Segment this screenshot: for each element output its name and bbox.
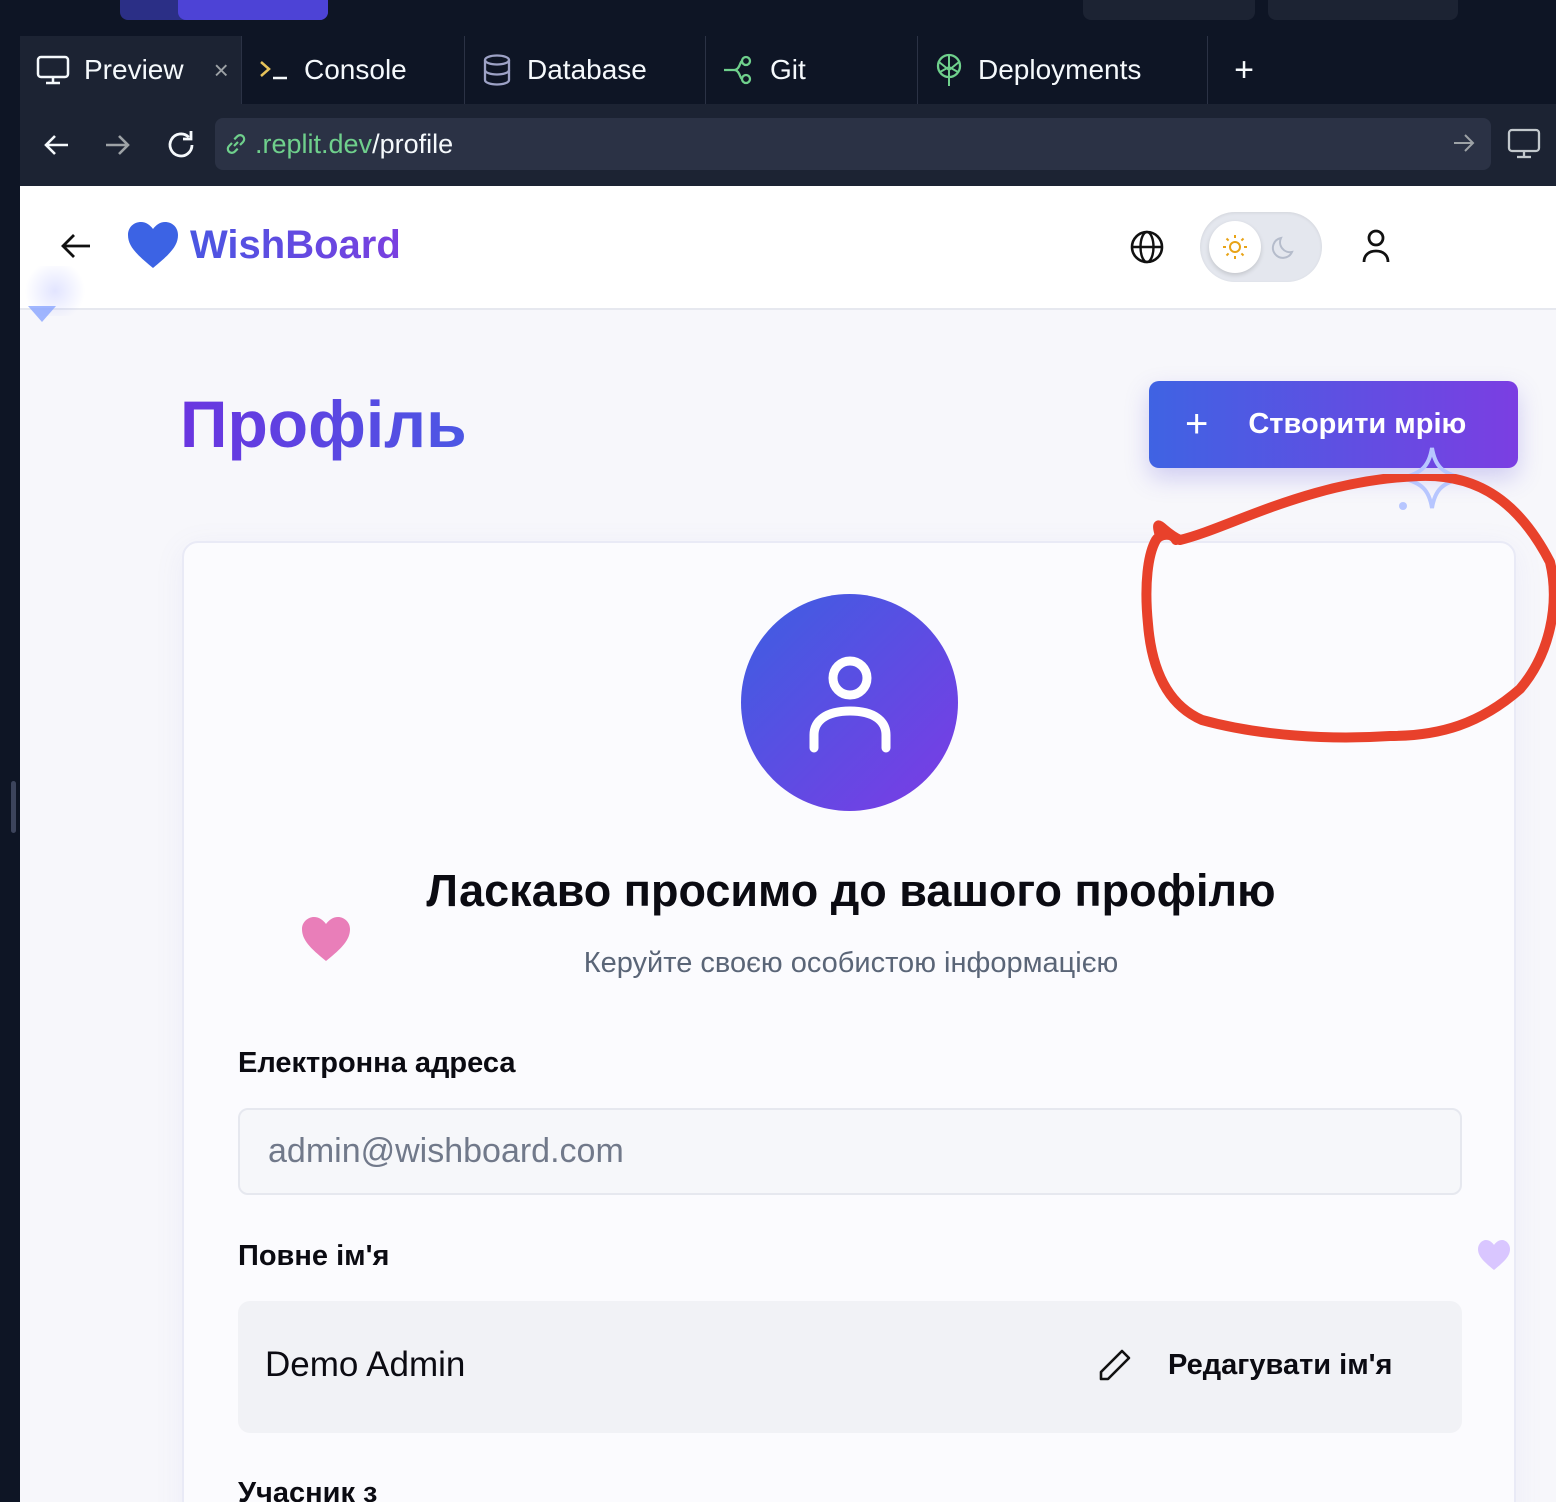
app-header: WishBoard	[20, 186, 1556, 310]
ide-tab-bar: Preview × Console Database Git Deploymen…	[20, 36, 1556, 104]
full-name-label: Повне ім'я	[238, 1240, 390, 1272]
tab-console[interactable]: Console	[242, 36, 465, 104]
page-title: Профіль	[180, 387, 467, 461]
plus-icon: +	[1185, 402, 1209, 446]
avatar-user-icon	[809, 656, 890, 752]
tab-label: Git	[770, 54, 806, 85]
theme-toggle[interactable]	[1200, 212, 1322, 282]
full-name-value: Demo Admin	[265, 1345, 466, 1384]
email-field[interactable]: admin@wishboard.com	[238, 1108, 1462, 1195]
arrow-right-icon	[106, 135, 130, 155]
tab-preview[interactable]: Preview ×	[20, 36, 242, 104]
pencil-icon	[1099, 1349, 1131, 1381]
left-rail	[0, 36, 20, 1502]
resize-handle[interactable]	[11, 781, 16, 833]
heart-logo-icon	[128, 222, 178, 268]
url-host: .replit.dev	[255, 128, 373, 159]
tab-label: Console	[304, 54, 407, 85]
tab-label: Preview	[84, 54, 184, 85]
tab-database[interactable]: Database	[465, 36, 706, 104]
edit-name-button[interactable]: Редагувати ім'я	[1096, 1346, 1392, 1384]
back-button[interactable]	[36, 124, 78, 166]
tab-deployments[interactable]: Deployments	[918, 36, 1208, 104]
url-field[interactable]: .replit.dev/profile	[215, 118, 1491, 170]
brand-logo[interactable]: WishBoard	[126, 220, 401, 270]
address-bar: .replit.dev/profile	[20, 104, 1556, 186]
top-pill-button[interactable]	[1083, 0, 1255, 20]
deployments-icon	[936, 53, 962, 86]
reload-button[interactable]	[160, 124, 202, 166]
deploy-pill-button[interactable]	[1268, 0, 1458, 20]
add-tab-button[interactable]: +	[1208, 36, 1280, 104]
user-icon[interactable]	[1356, 226, 1396, 266]
workspace-chip[interactable]	[120, 0, 328, 20]
database-icon	[483, 54, 511, 86]
brand-name: WishBoard	[190, 222, 401, 267]
decorative-triangle	[28, 306, 56, 322]
device-preview-icon[interactable]	[1506, 126, 1542, 162]
git-icon	[724, 55, 752, 85]
sun-icon	[1223, 235, 1247, 259]
create-dream-label: Створити мрію	[1248, 408, 1467, 440]
go-arrow-icon[interactable]	[1451, 130, 1477, 156]
back-arrow-icon[interactable]	[56, 226, 96, 266]
globe-icon[interactable]	[1128, 228, 1166, 266]
email-label: Електронна адреса	[238, 1047, 516, 1079]
close-tab-icon[interactable]: ×	[214, 55, 229, 86]
forward-button[interactable]	[96, 124, 138, 166]
tab-label: Deployments	[978, 54, 1142, 85]
welcome-heading: Ласкаво просимо до вашого профілю	[426, 865, 1276, 916]
heart-decoration-icon	[1478, 1240, 1510, 1270]
avatar	[741, 594, 958, 811]
ide-top-bar	[0, 0, 1556, 36]
reload-icon	[168, 131, 194, 158]
red-annotation-circle	[1141, 474, 1556, 743]
link-icon	[226, 134, 246, 154]
full-name-box: Demo Admin Редагувати ім'я	[238, 1301, 1462, 1433]
workspace-chip-label-area	[178, 0, 328, 20]
moon-icon	[1271, 236, 1294, 259]
tab-label: Database	[527, 54, 647, 85]
url-path: /profile	[372, 128, 454, 159]
terminal-icon	[260, 61, 287, 80]
preview-viewport: WishBoard Профіль + Створити мрію Ласкав…	[20, 186, 1556, 1502]
edit-name-label: Редагувати ім'я	[1168, 1348, 1393, 1381]
monitor-icon	[36, 55, 70, 85]
tab-git[interactable]: Git	[706, 36, 918, 104]
welcome-subtitle: Керуйте своєю особистою інформацією	[583, 947, 1119, 979]
theme-toggle-knob	[1209, 221, 1261, 273]
arrow-left-icon	[44, 135, 68, 155]
member-since-label: Учасник з	[238, 1477, 378, 1502]
